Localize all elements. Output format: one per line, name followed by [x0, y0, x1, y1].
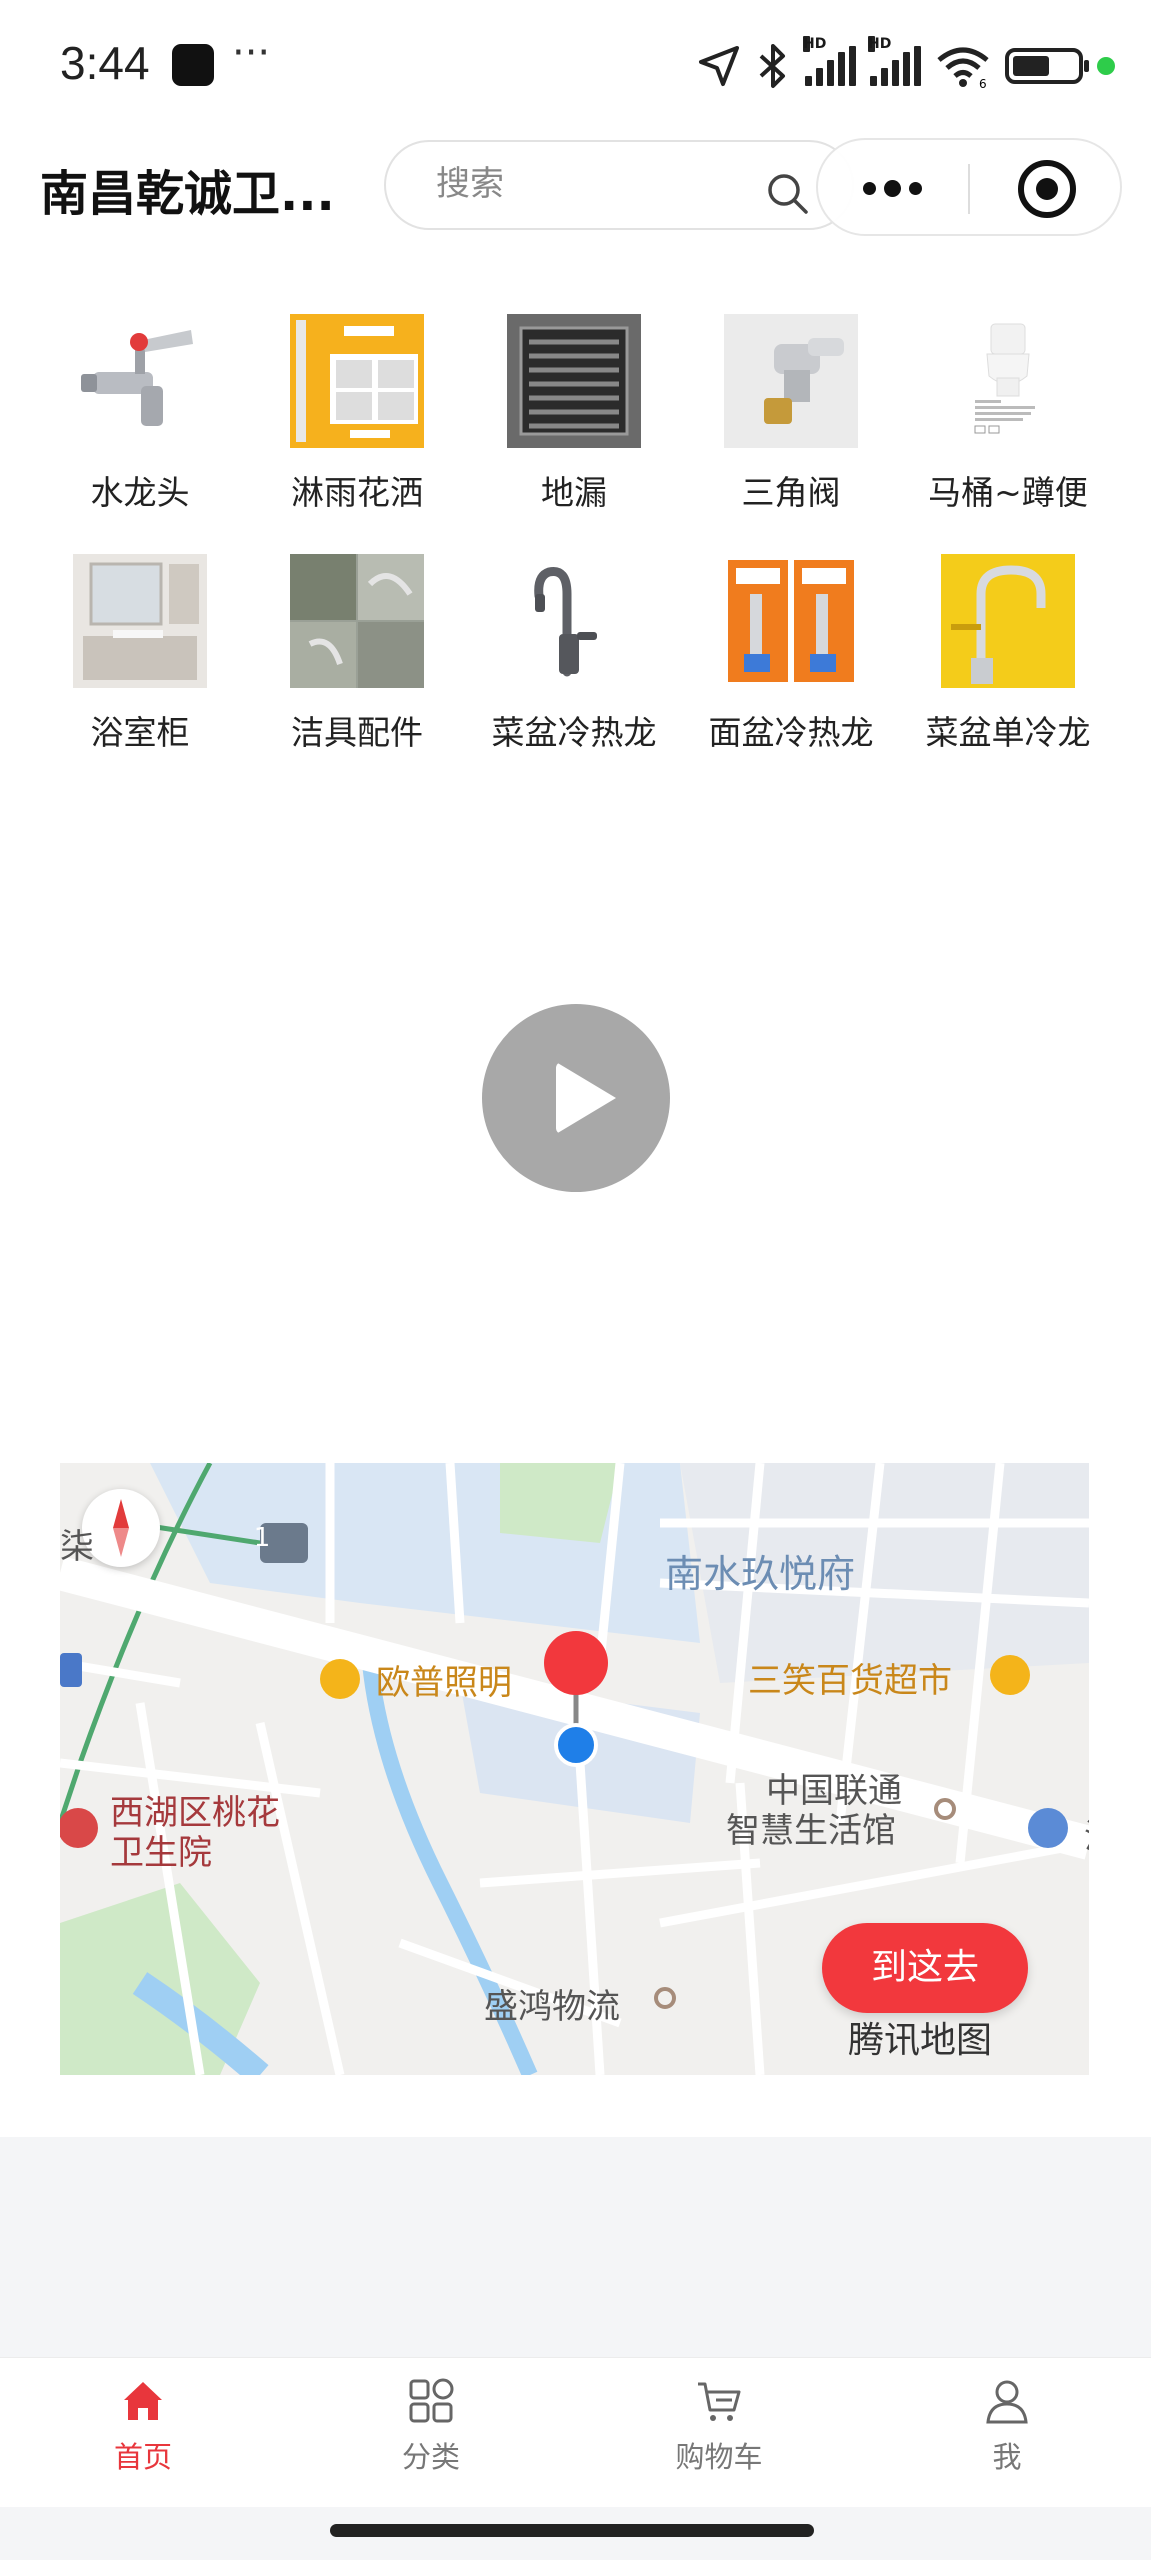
wifi-icon: 6 [937, 47, 989, 88]
tab-me-label: 我 [992, 2440, 1022, 2474]
cell-signal-icon-2: HD [868, 36, 921, 86]
close-mini-program-icon[interactable] [1018, 160, 1076, 218]
map-label-unicom-2: 智慧生活馆 [726, 1811, 896, 1851]
status-time: 3:44 [60, 37, 150, 89]
bathroom-cabinet-image [73, 554, 207, 688]
map-label-residential: 南水玖悦府 [665, 1552, 856, 1596]
status-bar: 3:44 ··· HD HD 6 [0, 0, 1151, 130]
cell-signal-icon-1: HD [803, 36, 856, 86]
tab-cart[interactable]: 购物车 [619, 2376, 819, 2476]
category-label: 浴室柜 [90, 713, 190, 752]
privacy-indicator-icon [1097, 57, 1115, 75]
category-label: 菜盆冷热龙 [491, 713, 657, 752]
battery-icon [1005, 48, 1089, 84]
capsule-divider [968, 164, 970, 214]
search-icon[interactable] [766, 172, 810, 216]
category-item[interactable]: 浴室柜 [35, 540, 245, 770]
category-item[interactable]: 菜盆冷热龙 [469, 540, 679, 770]
single-cold-faucet-image [941, 554, 1075, 688]
category-item[interactable]: 菜盆单冷龙 [903, 540, 1113, 770]
tab-home[interactable]: 首页 [43, 2376, 243, 2476]
bottom-tab-bar: 首页 分类 购物车 我 [0, 2357, 1151, 2507]
sanitary-parts-image [290, 554, 424, 688]
category-label: 水龙头 [90, 473, 190, 512]
category-label: 面盆冷热龙 [708, 713, 874, 752]
category-label: 淋雨花洒 [291, 473, 423, 512]
kitchen-faucet-image [507, 554, 641, 688]
navigate-here-button[interactable]: 到这去 [822, 1923, 1028, 2013]
map-label-logistics: 盛鸿物流 [484, 1987, 620, 2027]
location-arrow-icon [699, 46, 739, 86]
map-label-lighting-store: 欧普照明 [376, 1663, 512, 1703]
category-item[interactable]: 三角阀 [686, 300, 896, 530]
category-label: 菜盆单冷龙 [925, 713, 1091, 752]
home-icon [124, 2382, 162, 2420]
mini-program-capsule [816, 138, 1122, 236]
tab-me[interactable]: 我 [907, 2376, 1107, 2476]
category-label: 马桶~蹲便 [928, 473, 1088, 512]
user-icon [986, 2380, 1028, 2424]
promo-video[interactable] [0, 780, 1151, 1420]
tab-category-label: 分类 [401, 2440, 460, 2474]
cart-icon [698, 2382, 741, 2421]
page-header: 南昌乾诚卫... [0, 130, 1151, 250]
tencent-map-logo: 腾讯地图 [848, 2020, 993, 2061]
app-notification-icon [172, 44, 214, 86]
tab-home-label: 首页 [113, 2440, 172, 2474]
grid-icon [409, 2378, 454, 2423]
map-label-hospital-2: 卫生院 [110, 1833, 212, 1873]
category-label: 洁具配件 [291, 713, 423, 752]
category-item[interactable]: 面盆冷热龙 [686, 540, 896, 770]
search-bar[interactable] [384, 140, 854, 230]
tab-category[interactable]: 分类 [331, 2376, 531, 2476]
wifi-badge: 6 [979, 77, 987, 88]
tab-cart-label: 购物车 [675, 2440, 763, 2474]
shower-set-image [290, 314, 424, 448]
category-item[interactable]: 洁具配件 [252, 540, 462, 770]
shop-title: 南昌乾诚卫... [40, 166, 335, 222]
bluetooth-icon [759, 44, 785, 88]
category-label: 三角阀 [741, 473, 841, 512]
home-indicator[interactable] [330, 2524, 814, 2537]
basin-faucet-image [724, 554, 858, 688]
category-item[interactable]: 马桶~蹲便 [903, 300, 1113, 530]
more-menu-icon[interactable] [863, 170, 922, 206]
category-item[interactable]: 水龙头 [35, 300, 245, 530]
toilet-image [941, 314, 1075, 448]
status-icons: HD HD 6 [697, 36, 1115, 94]
store-location-map[interactable]: 1 柒 南水玖悦府 欧普照明 三笑百货超市 中国联通 智慧生活馆 西湖区桃花 卫… [60, 1463, 1089, 2075]
road-number-badge: 1 [253, 1523, 271, 1553]
play-icon[interactable] [482, 1004, 670, 1192]
category-item[interactable]: 淋雨花洒 [252, 300, 462, 530]
category-label: 地漏 [541, 473, 607, 512]
map-label-supermarket: 三笑百货超市 [748, 1661, 952, 1701]
page-bottom-spacer [0, 2137, 1151, 2357]
map-edge-label: 柒 [60, 1527, 94, 1567]
faucet-image [73, 314, 207, 448]
category-item[interactable]: 地漏 [469, 300, 679, 530]
map-edge-label-right: 汽 [1084, 1809, 1089, 1858]
search-input[interactable] [436, 164, 736, 204]
angle-valve-image [724, 314, 858, 448]
more-notifications-icon: ··· [232, 30, 271, 76]
floor-drain-image [507, 314, 641, 448]
